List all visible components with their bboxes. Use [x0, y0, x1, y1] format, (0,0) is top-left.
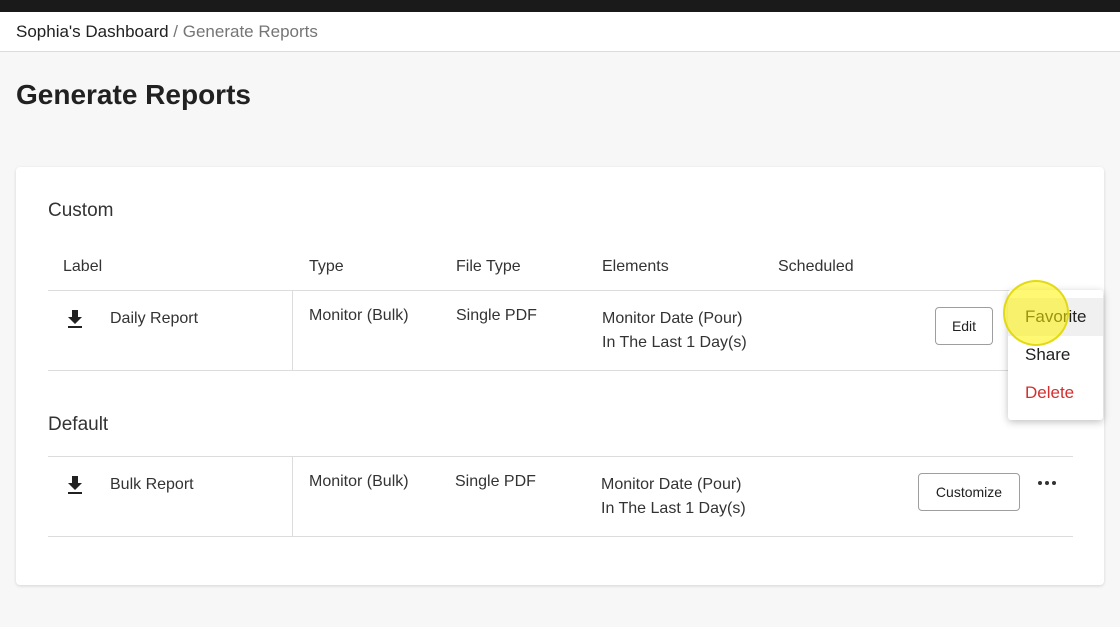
page-title: Generate Reports — [16, 79, 251, 110]
breadcrumb-separator: / — [168, 22, 183, 41]
column-header-type: Type — [309, 258, 344, 275]
reports-card — [16, 167, 1104, 585]
report-elements-line2: In The Last 1 Day(s) — [602, 334, 747, 351]
column-divider — [292, 291, 293, 371]
menu-item-share[interactable]: Share — [1008, 336, 1103, 374]
report-type: Monitor (Bulk) — [309, 307, 409, 324]
report-elements-line1: Monitor Date (Pour) — [601, 476, 742, 493]
report-file-type: Single PDF — [456, 307, 537, 324]
breadcrumb-current: Generate Reports — [182, 22, 318, 41]
breadcrumb-bar: Sophia's Dashboard / Generate Reports — [0, 12, 1120, 52]
menu-item-favorite[interactable]: Favorite — [1008, 298, 1103, 336]
report-elements-line2: In The Last 1 Day(s) — [601, 500, 746, 517]
section-divider — [48, 456, 1073, 457]
edit-button[interactable]: Edit — [935, 307, 993, 345]
section-title-default: Default — [48, 414, 109, 435]
column-header-scheduled: Scheduled — [778, 258, 854, 275]
report-label[interactable]: Daily Report — [110, 307, 198, 331]
row-actions-menu: Favorite Share Delete — [1008, 290, 1103, 420]
more-horizontal-icon[interactable] — [1033, 472, 1061, 494]
customize-button[interactable]: Customize — [918, 473, 1020, 511]
column-header-elements: Elements — [602, 258, 669, 275]
breadcrumb-home-link[interactable]: Sophia's Dashboard — [16, 22, 169, 41]
row-divider — [48, 536, 1073, 537]
table-header-divider — [48, 290, 1073, 291]
download-icon[interactable] — [66, 475, 84, 495]
row-divider — [48, 370, 1073, 371]
breadcrumb: Sophia's Dashboard / Generate Reports — [16, 22, 318, 42]
report-type: Monitor (Bulk) — [309, 473, 409, 490]
section-title-custom: Custom — [48, 200, 114, 221]
report-elements-line1: Monitor Date (Pour) — [602, 310, 743, 327]
column-header-label: Label — [63, 258, 103, 275]
download-icon[interactable] — [66, 309, 84, 329]
report-label[interactable]: Bulk Report — [110, 473, 194, 497]
menu-item-delete[interactable]: Delete — [1008, 374, 1103, 412]
column-header-file-type: File Type — [456, 258, 521, 275]
column-divider — [292, 457, 293, 537]
window-top-bar — [0, 0, 1120, 12]
report-file-type: Single PDF — [455, 473, 536, 490]
